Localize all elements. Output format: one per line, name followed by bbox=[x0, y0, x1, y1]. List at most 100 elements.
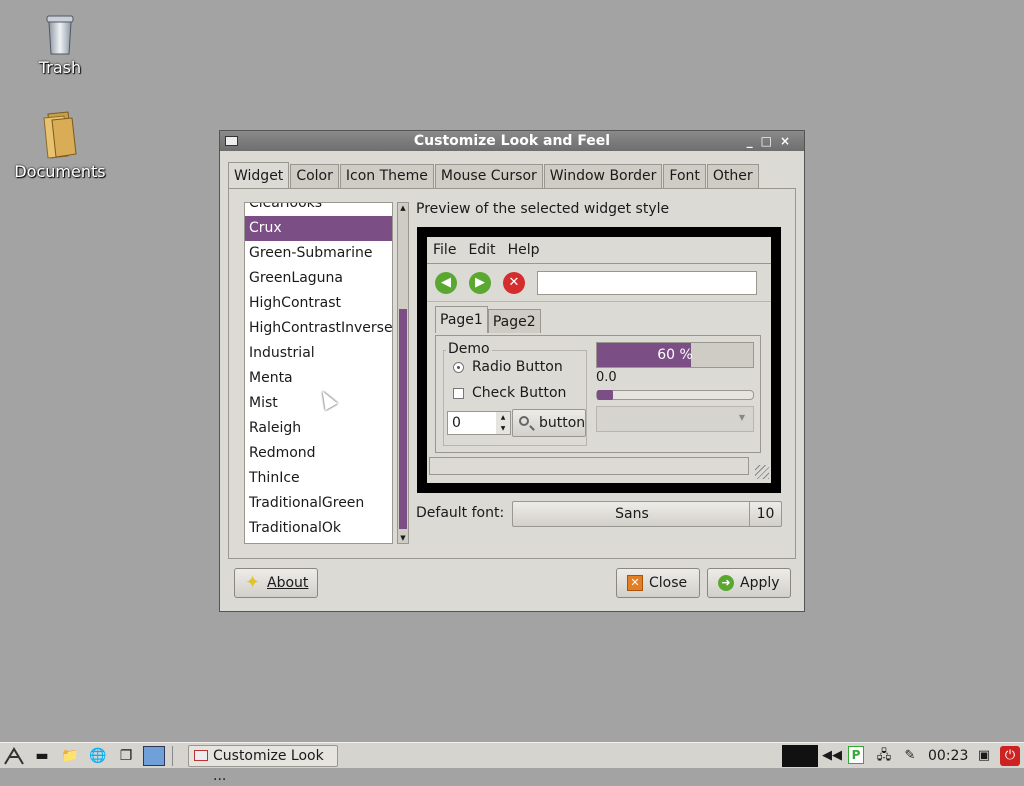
back-arrow-icon[interactable]: ◀ bbox=[435, 271, 457, 294]
customize-look-window: Customize Look and Feel _□× Widget Color… bbox=[219, 130, 805, 612]
desktop-icon-documents[interactable]: Documents bbox=[10, 110, 110, 181]
stop-icon[interactable]: ✕ bbox=[503, 271, 525, 294]
trash-icon bbox=[45, 14, 75, 56]
task-app-icon bbox=[194, 750, 208, 761]
apply-button-label: Apply bbox=[740, 575, 780, 591]
tab-mouse-cursor[interactable]: Mouse Cursor bbox=[434, 164, 543, 188]
apply-icon: ➜ bbox=[718, 575, 734, 591]
window-controls: _□× bbox=[747, 131, 798, 151]
preview-menubar: File Edit Help bbox=[427, 237, 771, 264]
about-button-label: About bbox=[267, 575, 309, 591]
close-button-label: Close bbox=[649, 575, 688, 591]
progress-text: 60 % bbox=[657, 347, 693, 363]
theme-item-traditionalgreen[interactable]: TraditionalGreen bbox=[245, 491, 392, 516]
scroll-down-arrow-icon[interactable]: ▼ bbox=[398, 533, 408, 543]
tab-other[interactable]: Other bbox=[706, 164, 759, 188]
preview-label: Preview of the selected widget style bbox=[416, 201, 670, 217]
font-size: 10 bbox=[749, 502, 781, 526]
clock[interactable]: 00:23 bbox=[928, 743, 968, 769]
apply-button[interactable]: ➜ Apply bbox=[707, 568, 791, 598]
chevron-down-icon: ▼ bbox=[738, 413, 745, 422]
spin-arrows-icon[interactable]: ▲ ▼ bbox=[496, 412, 510, 434]
preview-text-entry[interactable] bbox=[537, 270, 757, 295]
forward-arrow-icon[interactable]: ▶ bbox=[469, 271, 491, 294]
close-button[interactable]: ✕ Close bbox=[616, 568, 700, 598]
scroll-up-arrow-icon[interactable]: ▲ bbox=[398, 203, 408, 213]
tab-icon-theme[interactable]: Icon Theme bbox=[339, 164, 434, 188]
demo-scale[interactable] bbox=[596, 390, 754, 400]
tab-font[interactable]: Font bbox=[663, 164, 706, 188]
tab-color[interactable]: Color bbox=[290, 164, 339, 188]
taskbar-task-customize-look[interactable]: Customize Look ... bbox=[188, 745, 338, 784]
theme-item-greenlaguna[interactable]: GreenLaguna bbox=[245, 266, 392, 291]
demo-check-button[interactable]: Check Button bbox=[453, 385, 566, 401]
show-desktop-icon[interactable]: ▬ bbox=[31, 746, 53, 766]
task-label: Customize Look ... bbox=[213, 748, 324, 784]
theme-item-thinice[interactable]: ThinIce bbox=[245, 466, 392, 491]
demo-frame: Demo Radio Button Check Button 0 ▲ ▼ but… bbox=[443, 341, 587, 446]
volume-icon[interactable]: ◀◀ bbox=[822, 746, 842, 766]
scale-knob[interactable] bbox=[597, 390, 613, 400]
start-menu-icon[interactable] bbox=[3, 746, 25, 766]
package-update-icon[interactable]: P bbox=[848, 746, 864, 764]
demo-button-label: button bbox=[539, 415, 586, 431]
close-icon: ✕ bbox=[627, 575, 643, 591]
taskbar-separator bbox=[172, 745, 173, 766]
window-titlebar[interactable]: Customize Look and Feel _□× bbox=[220, 131, 804, 151]
preview-tab-page1[interactable]: Page1 bbox=[435, 306, 488, 333]
theme-list-scrollbar[interactable]: ▲ ▼ bbox=[397, 202, 409, 544]
demo-radio-button[interactable]: Radio Button bbox=[453, 359, 563, 375]
theme-item-redmond[interactable]: Redmond bbox=[245, 441, 392, 466]
demo-combo-box[interactable]: ▼ bbox=[596, 406, 754, 432]
demo-button[interactable]: button bbox=[512, 409, 586, 437]
demo-spin-button[interactable]: 0 ▲ ▼ bbox=[447, 411, 511, 435]
font-name: Sans bbox=[615, 506, 649, 522]
checkbox-indicator-icon bbox=[453, 387, 464, 399]
scrollbar-thumb[interactable] bbox=[399, 309, 407, 529]
theme-item-highcontrastinverse[interactable]: HighContrastInverse bbox=[245, 316, 392, 341]
file-manager-icon[interactable]: 📁 bbox=[59, 746, 81, 766]
desktop-icon-label: Trash bbox=[38, 58, 82, 77]
power-icon[interactable]: ⏻ bbox=[1000, 746, 1020, 766]
network-icon[interactable]: 🖧 bbox=[874, 746, 894, 766]
scale-value: 0.0 bbox=[596, 370, 617, 385]
theme-item-menta[interactable]: Menta bbox=[245, 366, 392, 391]
window-switcher-icon[interactable]: ❐ bbox=[115, 746, 137, 766]
preview-tabs: Page1 Page2 bbox=[435, 306, 541, 333]
taskbar: ▬ 📁 🌐 ❐ Customize Look ... ◀◀ P 🖧 ✎ 00:2… bbox=[0, 742, 1024, 784]
preview-window: File Edit Help ◀ ▶ ✕ Page1 Page2 Demo Ra… bbox=[427, 237, 771, 483]
theme-item-traditionalok[interactable]: TraditionalOk bbox=[245, 516, 392, 541]
tab-window-border[interactable]: Window Border bbox=[543, 164, 663, 188]
window-app-icon bbox=[225, 136, 238, 146]
theme-item-raleigh[interactable]: Raleigh bbox=[245, 416, 392, 441]
default-font-button[interactable]: Sans 10 bbox=[512, 501, 782, 527]
preview-tab-page2[interactable]: Page2 bbox=[487, 309, 541, 333]
theme-item-crux[interactable]: Crux bbox=[245, 216, 392, 241]
widget-preview: File Edit Help ◀ ▶ ✕ Page1 Page2 Demo Ra… bbox=[417, 227, 781, 493]
maximize-button[interactable]: □ bbox=[761, 134, 780, 148]
tab-widget[interactable]: Widget bbox=[228, 162, 290, 189]
theme-item-green-submarine[interactable]: Green-Submarine bbox=[245, 241, 392, 266]
theme-item-highcontrast[interactable]: HighContrast bbox=[245, 291, 392, 316]
window-title: Customize Look and Feel bbox=[413, 133, 611, 149]
workspace-icon[interactable] bbox=[143, 745, 165, 766]
theme-item-clearlooks[interactable]: Clearlooks bbox=[245, 203, 392, 216]
screen-lock-icon[interactable]: ▣ bbox=[974, 746, 994, 766]
resize-grip-icon[interactable] bbox=[755, 465, 769, 479]
about-button[interactable]: ✦ About bbox=[234, 568, 318, 598]
usb-icon[interactable]: ✎ bbox=[900, 746, 920, 766]
theme-item-industrial[interactable]: Industrial bbox=[245, 341, 392, 366]
minimize-button[interactable]: _ bbox=[747, 134, 761, 148]
preview-menu-file[interactable]: File bbox=[433, 242, 456, 258]
demo-progress-bar: 60 % bbox=[596, 342, 754, 368]
radio-indicator-icon bbox=[453, 361, 464, 373]
close-window-button[interactable]: × bbox=[780, 134, 798, 148]
preview-menu-edit[interactable]: Edit bbox=[468, 242, 495, 258]
desktop-icon-trash[interactable]: Trash bbox=[10, 14, 110, 77]
default-font-label: Default font: bbox=[416, 505, 505, 521]
web-browser-icon[interactable]: 🌐 bbox=[87, 746, 109, 766]
preview-toolbar: ◀ ▶ ✕ bbox=[427, 264, 771, 302]
demo-frame-label: Demo bbox=[446, 341, 492, 357]
preview-menu-help[interactable]: Help bbox=[508, 242, 540, 258]
theme-list[interactable]: Clearlooks Crux Green-Submarine GreenLag… bbox=[244, 202, 393, 544]
